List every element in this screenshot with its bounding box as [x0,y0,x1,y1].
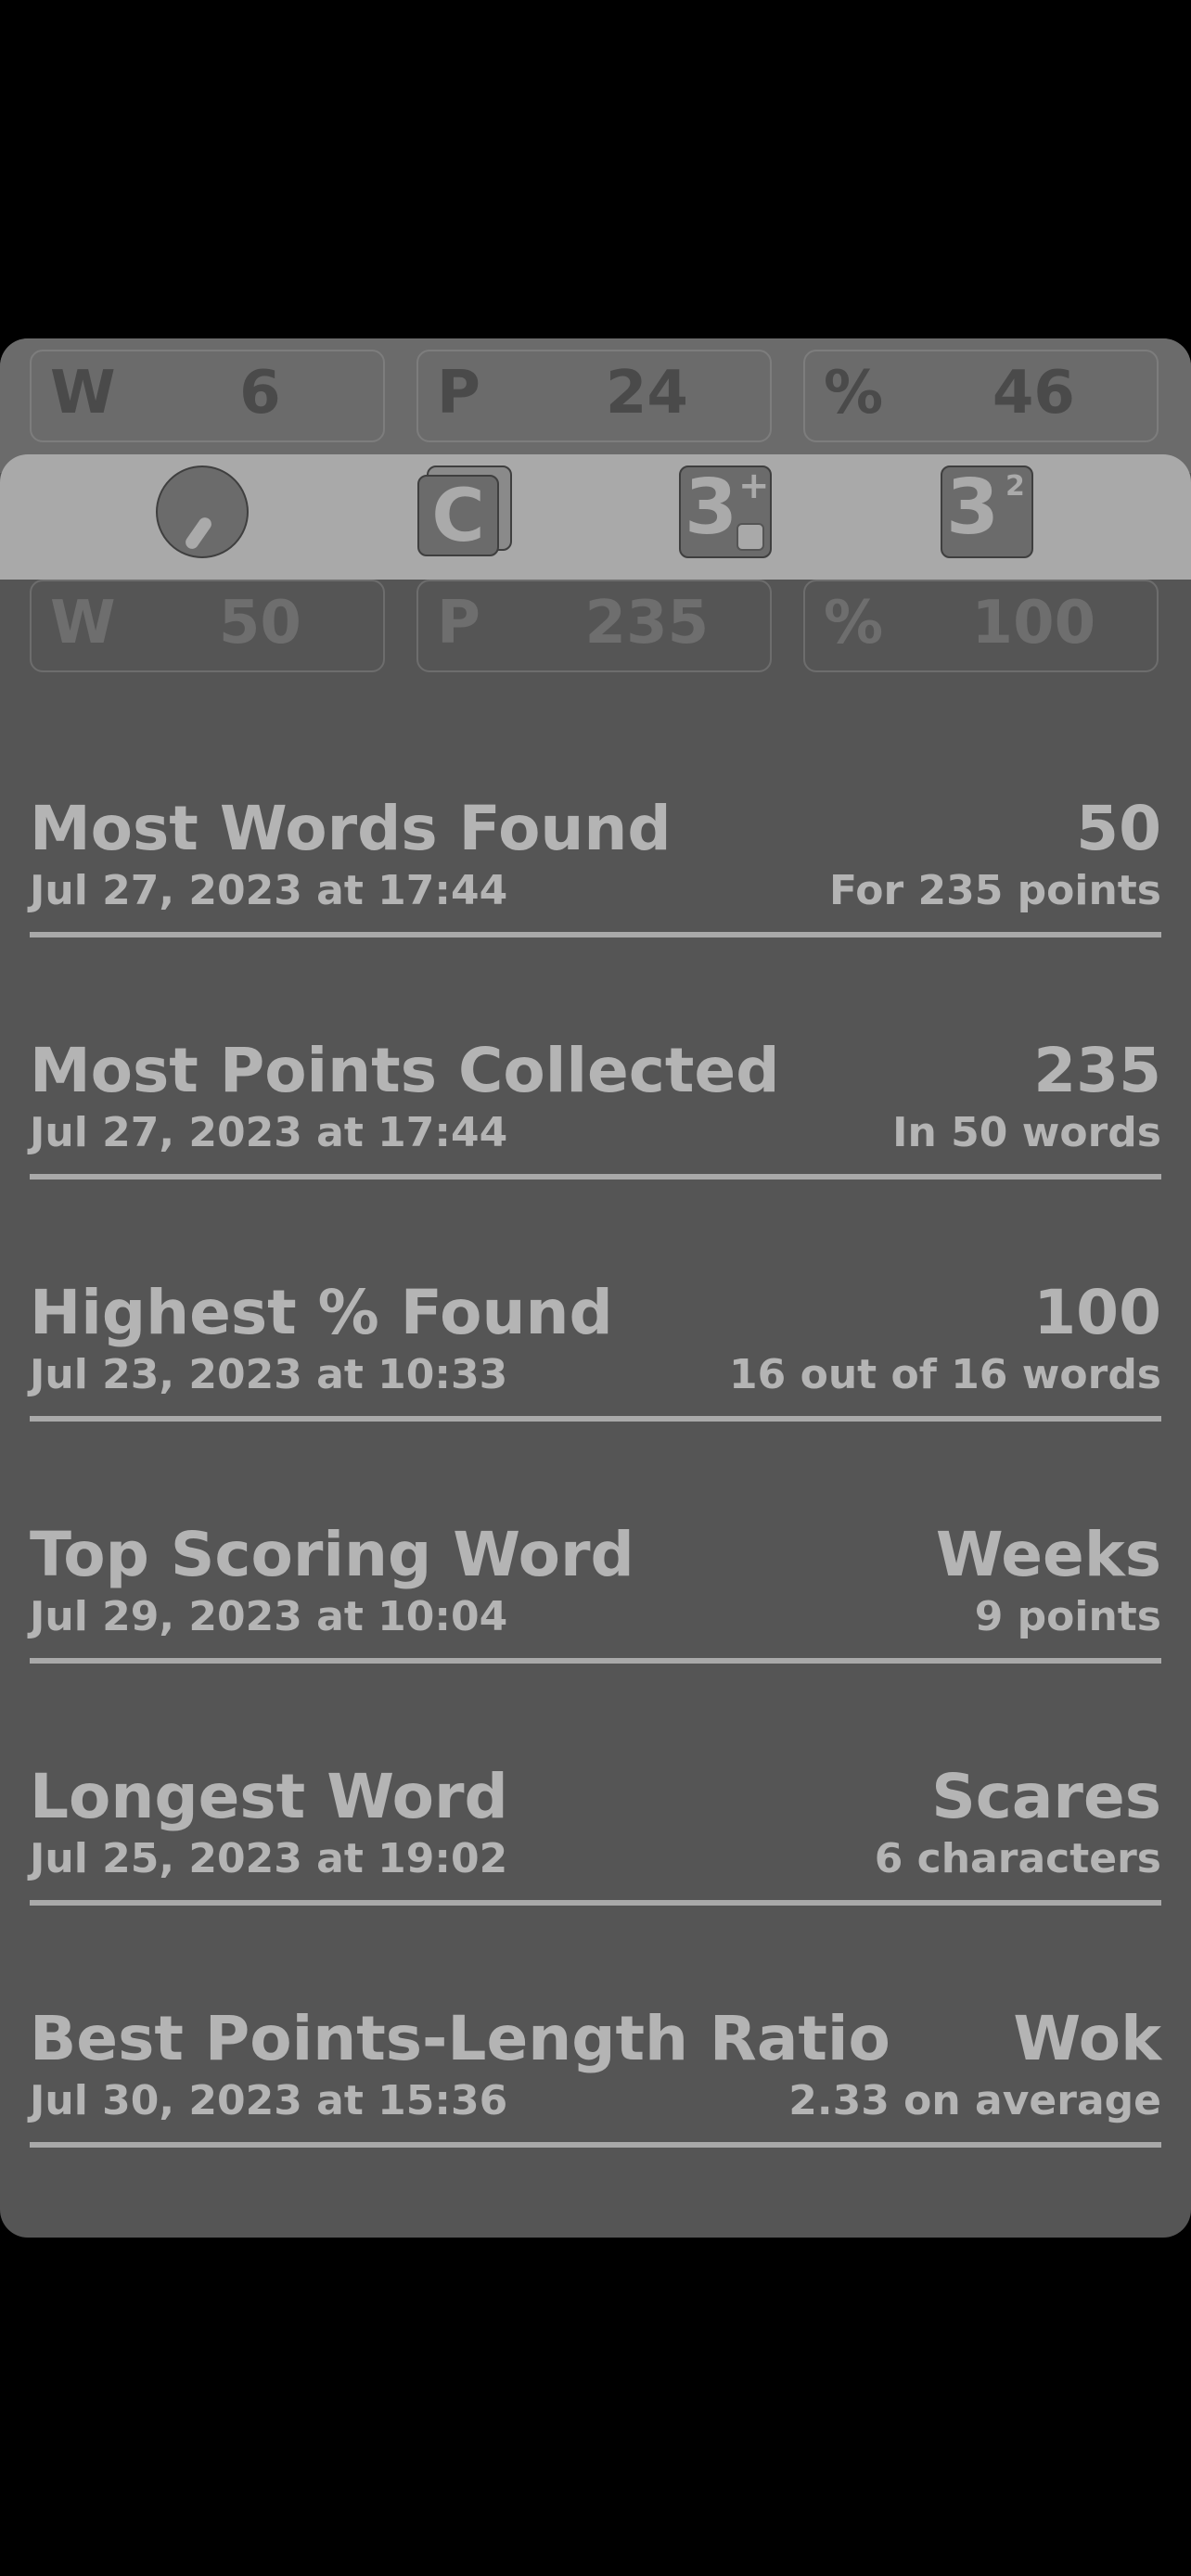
record-title: Most Points Collected [30,1035,780,1106]
toolbar: C 3 + 3 2 [0,454,1191,580]
percent-key: % [824,359,884,427]
current-points-box: P 24 [416,350,772,442]
words-key: W [50,589,116,657]
points-key: P [437,359,480,427]
percent-key: % [824,589,884,657]
record-detail: 16 out of 16 words [729,1351,1161,1398]
overall-words-value: 50 [218,589,301,657]
record-row: Most Words Found 50 Jul 27, 2023 at 17:4… [30,793,1161,937]
timer-dial-button[interactable] [156,465,249,558]
record-date: Jul 23, 2023 at 10:33 [30,1351,508,1398]
stats-card: W 6 P 24 % 46 C 3 + 3 2 W 50 P 235 % 100… [0,338,1191,2238]
record-value: 100 [1033,1277,1161,1348]
record-value: Wok [1013,2003,1161,2074]
current-percent-box: % 46 [803,350,1159,442]
current-game-stats: W 6 P 24 % 46 [0,338,1191,473]
cards-button[interactable]: C [417,465,512,558]
record-title: Most Words Found [30,793,672,864]
record-row: Top Scoring Word Weeks Jul 29, 2023 at 1… [30,1519,1161,1664]
dial-needle-icon [183,515,214,552]
three-squared-button[interactable]: 3 2 [941,465,1033,558]
points-key: P [437,589,480,657]
record-detail: 6 characters [874,1835,1161,1882]
record-value: Weeks [935,1519,1161,1590]
three-squared-digit: 3 [946,465,1000,552]
card-front-icon: C [417,475,499,556]
overall-points-box: P 235 [416,580,772,672]
record-row: Most Points Collected 235 Jul 27, 2023 a… [30,1035,1161,1180]
overall-percent-box: % 100 [803,580,1159,672]
overall-words-box: W 50 [30,580,385,672]
record-row: Best Points-Length Ratio Wok Jul 30, 202… [30,2003,1161,2148]
mini-square-icon [736,523,764,551]
overall-stats: W 50 P 235 % 100 [0,580,1191,700]
squared-exponent: 2 [1005,470,1025,503]
record-detail: 9 points [974,1593,1161,1640]
record-title: Top Scoring Word [30,1519,634,1590]
record-date: Jul 27, 2023 at 17:44 [30,867,508,914]
current-percent-value: 46 [992,359,1075,427]
current-words-box: W 6 [30,350,385,442]
current-words-value: 6 [239,359,281,427]
three-plus-button[interactable]: 3 + [679,465,772,558]
record-detail: For 235 points [828,867,1161,914]
plus-sign: + [738,465,770,507]
words-key: W [50,359,116,427]
record-row: Highest % Found 100 Jul 23, 2023 at 10:3… [30,1277,1161,1422]
overall-points-value: 235 [584,589,710,657]
current-points-value: 24 [605,359,688,427]
record-value: 235 [1033,1035,1161,1106]
record-date: Jul 25, 2023 at 19:02 [30,1835,508,1882]
record-date: Jul 29, 2023 at 10:04 [30,1593,508,1640]
record-title: Longest Word [30,1761,508,1832]
record-title: Highest % Found [30,1277,613,1348]
record-date: Jul 30, 2023 at 15:36 [30,2077,508,2124]
record-date: Jul 27, 2023 at 17:44 [30,1109,508,1156]
record-value: Scares [931,1761,1161,1832]
three-plus-digit: 3 [685,465,738,552]
record-detail: 2.33 on average [788,2077,1161,2124]
record-title: Best Points-Length Ratio [30,2003,890,2074]
overall-percent-value: 100 [971,589,1096,657]
record-detail: In 50 words [892,1109,1161,1156]
record-row: Longest Word Scares Jul 25, 2023 at 19:0… [30,1761,1161,1906]
record-value: 50 [1076,793,1161,864]
